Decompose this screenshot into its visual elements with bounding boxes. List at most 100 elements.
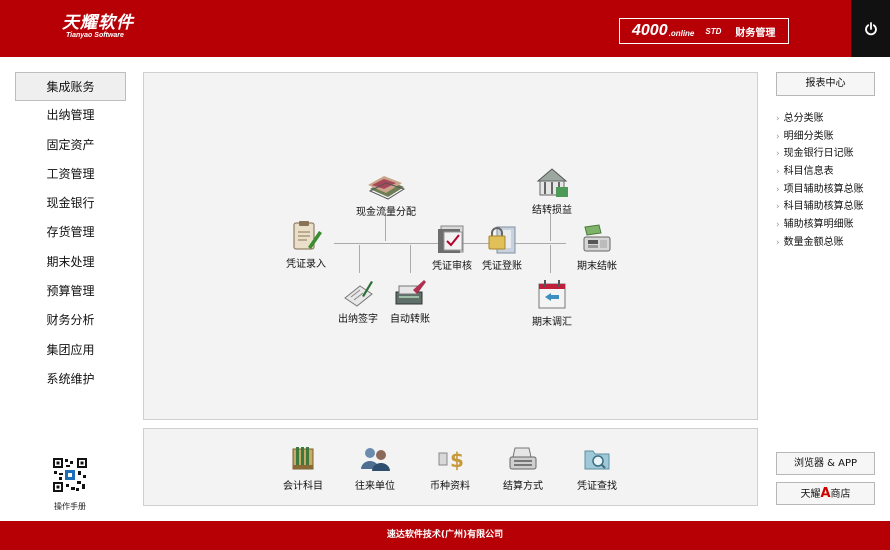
shop-prefix: 天耀 bbox=[800, 489, 821, 500]
flow-transfer-pl-label: 结转损益 bbox=[532, 205, 572, 216]
flow-period-adjust-label: 期末调汇 bbox=[532, 317, 572, 328]
report-link-label: 科目信息表 bbox=[783, 166, 834, 178]
quick-settlement-label: 结算方式 bbox=[503, 481, 543, 492]
svg-text:$: $ bbox=[450, 448, 464, 472]
flow-voucher-entry-label: 凭证录入 bbox=[286, 259, 326, 270]
quick-currency-label: 币种资料 bbox=[430, 481, 470, 492]
sign-paper-icon bbox=[344, 281, 373, 307]
flow-cashflow-alloc[interactable]: 现金流量分配 bbox=[351, 173, 421, 218]
quick-accounting-subjects[interactable]: 会计科目 bbox=[280, 445, 326, 492]
footer-bar: 速达软件技术(广州)有限公司 bbox=[0, 521, 890, 550]
nav-item-cashier[interactable]: 出纳管理 bbox=[15, 101, 126, 130]
chevron-right-icon: › bbox=[776, 237, 780, 248]
power-icon bbox=[864, 21, 877, 35]
nav-item-budget[interactable]: 预算管理 bbox=[15, 277, 126, 306]
logo-text-cn: 天耀软件 bbox=[62, 13, 134, 33]
currency-icon: $ bbox=[438, 448, 464, 472]
product-number: 4000 bbox=[632, 22, 668, 39]
quick-settlement[interactable]: 结算方式 bbox=[500, 445, 546, 492]
flow-voucher-audit[interactable]: 凭证审核 bbox=[430, 223, 474, 272]
transfer-tray-icon bbox=[395, 280, 426, 305]
report-link-subject-info[interactable]: › 科目信息表 bbox=[776, 163, 886, 181]
people-icon bbox=[361, 448, 390, 471]
report-link-subsidiary-ledger[interactable]: › 明细分类账 bbox=[776, 128, 886, 146]
browser-app-button[interactable]: 浏览器 & APP bbox=[776, 452, 875, 475]
report-link-label: 现金银行日记账 bbox=[783, 148, 854, 160]
flow-voucher-post[interactable]: 凭证登账 bbox=[480, 223, 524, 272]
flow-transfer-pl[interactable]: 结转损益 bbox=[527, 165, 577, 216]
flow-cashier-sign-label: 出纳签字 bbox=[338, 314, 378, 325]
report-link-cash-bank-journal[interactable]: › 现金银行日记账 bbox=[776, 145, 886, 163]
quick-partners-label: 往来单位 bbox=[355, 481, 395, 492]
chevron-right-icon: › bbox=[776, 184, 780, 195]
flow-voucher-audit-label: 凭证审核 bbox=[432, 261, 472, 272]
audit-files-icon bbox=[438, 225, 464, 253]
report-link-label: 总分类账 bbox=[783, 113, 824, 124]
flow-voucher-entry[interactable]: 凭证录入 bbox=[284, 219, 328, 270]
report-links-list: › 总分类账 › 明细分类账 › 现金银行日记账 › 科目信息表 › 项目辅助核算总账 ›… bbox=[776, 110, 886, 252]
nav-item-fixed-assets[interactable]: 固定资产 bbox=[15, 131, 126, 160]
company-logo: 天耀软件 Tianyao Software bbox=[62, 14, 134, 40]
quick-accounting-subjects-label: 会计科目 bbox=[283, 481, 323, 492]
quick-currency[interactable]: $ 币种资料 bbox=[427, 445, 473, 492]
clipboard-pencil-icon bbox=[293, 221, 322, 250]
cash-register-icon bbox=[583, 224, 611, 252]
nav-item-system-maintenance[interactable]: 系统维护 bbox=[15, 365, 126, 394]
header-bar: 天耀软件 Tianyao Software 4000 .online STD 财… bbox=[0, 0, 890, 57]
flow-period-adjust[interactable]: 期末调汇 bbox=[527, 277, 577, 328]
nav-item-financial-analysis[interactable]: 财务分析 bbox=[15, 306, 126, 335]
report-link-subject-aux-ledger[interactable]: › 科目辅助核算总账 bbox=[776, 198, 886, 216]
report-center-button[interactable]: 报表中心 bbox=[776, 72, 875, 96]
flow-auto-transfer[interactable]: 自动转账 bbox=[388, 278, 432, 325]
quick-partners[interactable]: 往来单位 bbox=[352, 445, 398, 492]
flow-period-close-label: 期末结帐 bbox=[577, 261, 617, 272]
chevron-right-icon: › bbox=[776, 131, 780, 142]
power-button[interactable] bbox=[851, 0, 890, 57]
report-link-project-aux-ledger[interactable]: › 项目辅助核算总账 bbox=[776, 181, 886, 199]
report-link-quantity-amount[interactable]: › 数量金额总账 bbox=[776, 234, 886, 252]
report-link-general-ledger[interactable]: › 总分类账 bbox=[776, 110, 886, 128]
product-edition: STD bbox=[705, 26, 722, 36]
shop-letter: A bbox=[820, 486, 831, 501]
quick-voucher-search-label: 凭证查找 bbox=[577, 481, 617, 492]
flow-adjust-connector bbox=[550, 245, 551, 273]
flow-period-close[interactable]: 期末结帐 bbox=[574, 223, 620, 272]
logo-text-en: Tianyao Software bbox=[66, 32, 124, 39]
flow-auto-connector bbox=[410, 245, 411, 273]
report-link-label: 数量金额总账 bbox=[783, 236, 844, 248]
workflow-panel: 凭证录入 现金流量分配 出纳签字 自动转账 凭证审核 凭证登账 结转损益 期末调… bbox=[143, 72, 758, 420]
chevron-right-icon: › bbox=[776, 167, 780, 178]
report-link-label: 项目辅助核算总账 bbox=[783, 183, 864, 195]
flow-cashier-sign[interactable]: 出纳签字 bbox=[336, 278, 380, 325]
ledger-icon bbox=[292, 447, 314, 470]
building-ledger-icon bbox=[536, 168, 568, 197]
chevron-right-icon: › bbox=[776, 202, 780, 213]
report-link-aux-detail[interactable]: › 辅助核算明细账 bbox=[776, 216, 886, 234]
nav-item-integrated-accounts[interactable]: 集成账务 bbox=[15, 72, 126, 102]
chevron-right-icon: › bbox=[776, 220, 780, 231]
nav-item-inventory[interactable]: 存货管理 bbox=[15, 218, 126, 247]
module-nav: 集成账务 出纳管理 固定资产 工资管理 现金银行 存货管理 期末处理 预算管理 … bbox=[15, 72, 126, 394]
folder-search-icon bbox=[584, 450, 610, 470]
flow-auto-transfer-label: 自动转账 bbox=[390, 314, 430, 325]
quick-voucher-search[interactable]: 凭证查找 bbox=[574, 445, 620, 492]
calendar-icon bbox=[538, 280, 566, 309]
qr-code-icon bbox=[52, 457, 88, 493]
report-link-label: 辅助核算明细账 bbox=[783, 219, 854, 231]
manual-label: 操作手册 bbox=[54, 502, 86, 511]
nav-item-cash-bank[interactable]: 现金银行 bbox=[15, 189, 126, 218]
nav-item-period-end[interactable]: 期末处理 bbox=[15, 248, 126, 277]
report-link-label: 明细分类账 bbox=[783, 130, 834, 142]
quick-access-panel: 会计科目 往来单位 $ 币种资料 结算方式 凭证查找 bbox=[143, 428, 758, 506]
money-stack-icon bbox=[368, 176, 406, 200]
nav-item-group-app[interactable]: 集团应用 bbox=[15, 336, 126, 365]
chevron-right-icon: › bbox=[776, 114, 780, 124]
nav-item-payroll[interactable]: 工资管理 bbox=[15, 160, 126, 189]
report-link-label: 科目辅助核算总账 bbox=[783, 201, 864, 213]
shop-suffix: 商店 bbox=[830, 489, 851, 500]
chevron-right-icon: › bbox=[776, 149, 780, 160]
manual-qr[interactable]: 操作手册 bbox=[50, 457, 90, 512]
flow-cashflow-alloc-label: 现金流量分配 bbox=[356, 207, 416, 218]
app-store-button[interactable]: 天耀A商店 bbox=[776, 482, 875, 505]
product-module: 财务管理 bbox=[735, 27, 776, 39]
